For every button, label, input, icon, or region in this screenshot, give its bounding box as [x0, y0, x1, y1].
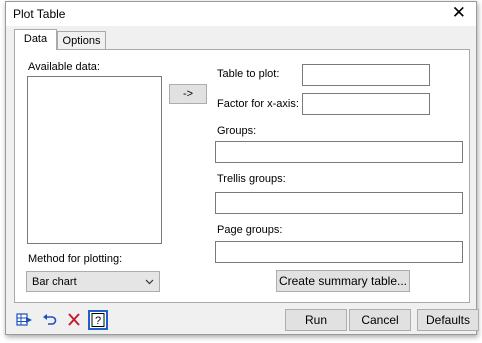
- undo-icon[interactable]: [40, 311, 59, 330]
- tab-options[interactable]: Options: [57, 31, 106, 50]
- window-title: Plot Table: [13, 7, 66, 21]
- move-to-field-button[interactable]: ->: [169, 84, 207, 104]
- tab-options-label: Options: [62, 35, 101, 47]
- method-selected-value: Bar chart: [32, 276, 77, 288]
- trellis-groups-field[interactable]: [215, 192, 463, 214]
- factor-x-axis-label: Factor for x-axis:: [217, 98, 299, 110]
- groups-field[interactable]: [215, 141, 463, 163]
- help-icon[interactable]: ?: [88, 310, 108, 330]
- available-data-list[interactable]: [27, 76, 162, 244]
- table-to-plot-label: Table to plot:: [217, 68, 280, 80]
- factor-x-axis-field[interactable]: [302, 93, 430, 115]
- cancel-button[interactable]: Cancel: [349, 309, 411, 331]
- available-data-label: Available data:: [28, 61, 100, 73]
- chevron-down-icon: [145, 279, 154, 285]
- plot-table-dialog: Plot Table ✕ Data Options Available data…: [5, 1, 479, 335]
- trellis-groups-label: Trellis groups:: [217, 173, 286, 185]
- title-bar: Plot Table ✕: [6, 2, 476, 26]
- tab-data-label: Data: [23, 33, 48, 45]
- clear-icon[interactable]: [64, 311, 83, 330]
- run-button[interactable]: Run: [285, 309, 347, 331]
- tab-data[interactable]: Data: [14, 29, 57, 50]
- defaults-button[interactable]: Defaults: [417, 309, 479, 331]
- data-tab-panel: Available data: -> Table to plot: Factor…: [14, 49, 470, 303]
- close-icon[interactable]: ✕: [452, 4, 466, 22]
- send-to-spreadsheet-icon[interactable]: [15, 311, 34, 330]
- page-groups-label: Page groups:: [217, 224, 283, 236]
- create-summary-table-button[interactable]: Create summary table...: [276, 270, 410, 292]
- method-for-plotting-select[interactable]: Bar chart: [26, 271, 160, 292]
- groups-label: Groups:: [217, 125, 257, 137]
- method-for-plotting-label: Method for plotting:: [28, 253, 123, 265]
- table-to-plot-field[interactable]: [302, 64, 430, 86]
- page-groups-field[interactable]: [215, 241, 463, 263]
- svg-text:?: ?: [95, 315, 101, 327]
